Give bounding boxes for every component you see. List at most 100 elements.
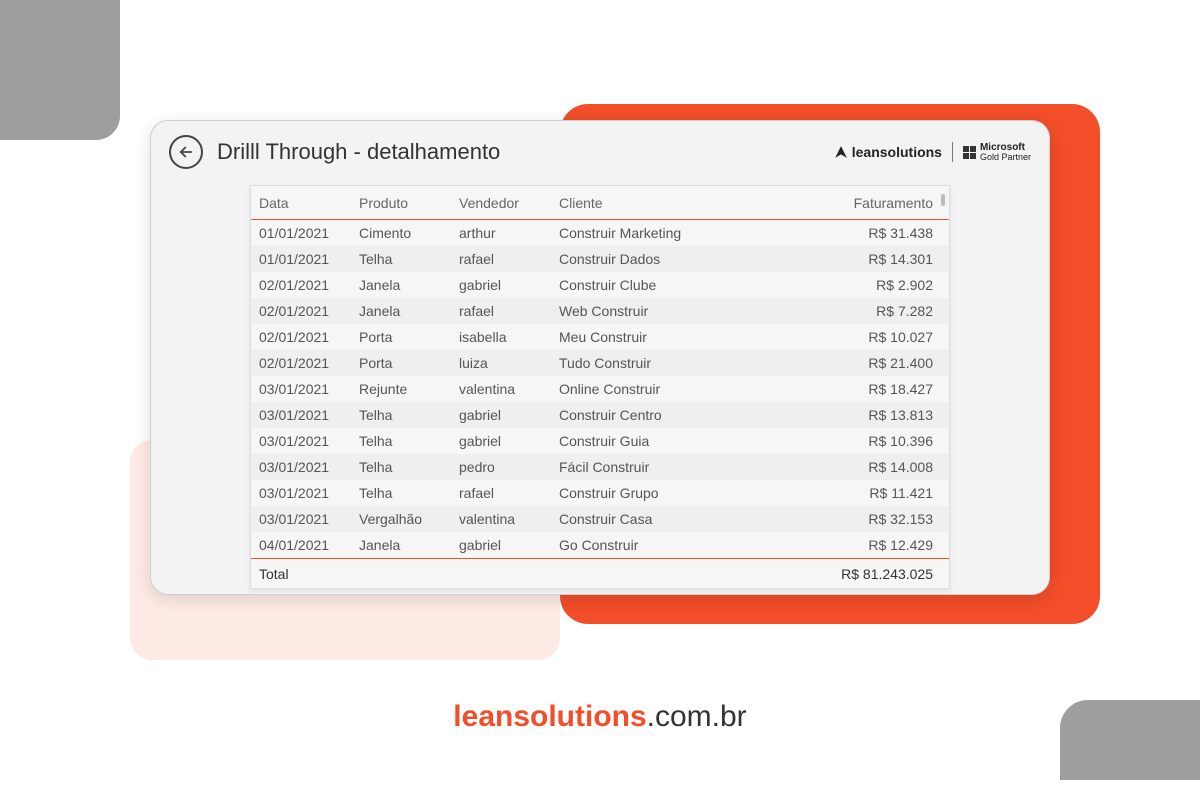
table-cell: R$ 21.400	[759, 355, 939, 371]
arrow-left-icon	[177, 143, 195, 161]
table-row[interactable]: 01/01/2021CimentoarthurConstruir Marketi…	[251, 220, 949, 246]
logo-divider	[952, 142, 953, 162]
table-header: Data Produto Vendedor Cliente Faturament…	[251, 186, 949, 220]
table-cell: Janela	[359, 303, 459, 319]
table-cell: Porta	[359, 355, 459, 371]
table-cell: 03/01/2021	[259, 433, 359, 449]
table-cell: R$ 10.027	[759, 329, 939, 345]
table-cell: rafael	[459, 485, 559, 501]
table-cell: 02/01/2021	[259, 277, 359, 293]
col-header-vendedor[interactable]: Vendedor	[459, 195, 559, 211]
table-cell: Construir Grupo	[559, 485, 759, 501]
col-header-cliente[interactable]: Cliente	[559, 195, 759, 211]
decoration-gray-top-left	[0, 0, 120, 140]
table-cell: R$ 2.902	[759, 277, 939, 293]
table-cell: arthur	[459, 225, 559, 241]
table-cell: pedro	[459, 459, 559, 475]
table-cell: gabriel	[459, 433, 559, 449]
table-cell: Fácil Construir	[559, 459, 759, 475]
table-cell: 03/01/2021	[259, 485, 359, 501]
table-cell: rafael	[459, 303, 559, 319]
footer-brand: leansolutions.com.br	[0, 700, 1200, 734]
data-table-card: Data Produto Vendedor Cliente Faturament…	[250, 185, 950, 589]
table-row[interactable]: 03/01/2021TelhagabrielConstruir CentroR$…	[251, 402, 949, 428]
leansolutions-mark-icon	[834, 145, 848, 159]
table-cell: rafael	[459, 251, 559, 267]
table-row[interactable]: 03/01/2021RejuntevalentinaOnline Constru…	[251, 376, 949, 402]
table-cell: R$ 18.427	[759, 381, 939, 397]
table-row[interactable]: 03/01/2021TelhapedroFácil ConstruirR$ 14…	[251, 454, 949, 480]
data-table: Data Produto Vendedor Cliente Faturament…	[251, 186, 949, 588]
table-cell: gabriel	[459, 277, 559, 293]
table-cell: R$ 11.421	[759, 485, 939, 501]
table-cell: R$ 14.301	[759, 251, 939, 267]
header-logos: leansolutions Microsoft Gold Partner	[834, 142, 1031, 162]
microsoft-logo-line2: Gold Partner	[980, 153, 1031, 162]
col-header-produto[interactable]: Produto	[359, 195, 459, 211]
table-cell: Web Construir	[559, 303, 759, 319]
table-cell: Porta	[359, 329, 459, 345]
table-cell: Construir Dados	[559, 251, 759, 267]
table-cell: 01/01/2021	[259, 225, 359, 241]
footer-brand-bold: leansolutions	[453, 700, 646, 733]
table-body[interactable]: 01/01/2021CimentoarthurConstruir Marketi…	[251, 220, 949, 558]
total-label: Total	[259, 566, 359, 582]
table-cell: Vergalhão	[359, 511, 459, 527]
table-row[interactable]: 03/01/2021TelharafaelConstruir GrupoR$ 1…	[251, 480, 949, 506]
table-cell: isabella	[459, 329, 559, 345]
table-cell: Telha	[359, 251, 459, 267]
table-cell: Cimento	[359, 225, 459, 241]
table-cell: Janela	[359, 277, 459, 293]
back-button[interactable]	[169, 135, 203, 169]
col-header-data[interactable]: Data	[259, 195, 359, 211]
microsoft-grid-icon	[963, 146, 976, 159]
table-row[interactable]: 02/01/2021PortaisabellaMeu ConstruirR$ 1…	[251, 324, 949, 350]
table-cell: 03/01/2021	[259, 381, 359, 397]
table-cell: Telha	[359, 459, 459, 475]
table-row[interactable]: 02/01/2021PortaluizaTudo ConstruirR$ 21.…	[251, 350, 949, 376]
table-cell: 04/01/2021	[259, 537, 359, 553]
table-cell: 03/01/2021	[259, 407, 359, 423]
microsoft-logo-line1: Microsoft	[980, 142, 1025, 153]
leansolutions-logo-text: leansolutions	[852, 144, 942, 160]
table-row[interactable]: 02/01/2021JanelarafaelWeb ConstruirR$ 7.…	[251, 298, 949, 324]
table-cell: 02/01/2021	[259, 355, 359, 371]
table-cell: R$ 7.282	[759, 303, 939, 319]
table-cell: gabriel	[459, 537, 559, 553]
table-cell: Construir Casa	[559, 511, 759, 527]
table-cell: Meu Construir	[559, 329, 759, 345]
table-cell: Telha	[359, 433, 459, 449]
table-cell: 02/01/2021	[259, 329, 359, 345]
table-cell: 03/01/2021	[259, 511, 359, 527]
table-cell: Construir Clube	[559, 277, 759, 293]
table-row[interactable]: 01/01/2021TelharafaelConstruir DadosR$ 1…	[251, 246, 949, 272]
col-header-faturamento[interactable]: Faturamento	[759, 195, 939, 211]
total-value: R$ 81.243.025	[759, 566, 939, 582]
table-cell: R$ 32.153	[759, 511, 939, 527]
table-row[interactable]: 02/01/2021JanelagabrielConstruir ClubeR$…	[251, 272, 949, 298]
table-cell: R$ 12.429	[759, 537, 939, 553]
table-cell: Construir Guia	[559, 433, 759, 449]
table-cell: valentina	[459, 381, 559, 397]
table-row[interactable]: 03/01/2021TelhagabrielConstruir GuiaR$ 1…	[251, 428, 949, 454]
table-cell: R$ 10.396	[759, 433, 939, 449]
table-cell: Tudo Construir	[559, 355, 759, 371]
leansolutions-logo: leansolutions	[834, 144, 942, 160]
table-cell: R$ 14.008	[759, 459, 939, 475]
table-cell: R$ 13.813	[759, 407, 939, 423]
table-cell: luiza	[459, 355, 559, 371]
table-cell: Construir Marketing	[559, 225, 759, 241]
table-cell: R$ 31.438	[759, 225, 939, 241]
table-cell: 03/01/2021	[259, 459, 359, 475]
page-title: Drilll Through - detalhamento	[217, 139, 500, 165]
table-cell: Construir Centro	[559, 407, 759, 423]
table-cell: Telha	[359, 485, 459, 501]
table-cell: valentina	[459, 511, 559, 527]
table-row[interactable]: 03/01/2021VergalhãovalentinaConstruir Ca…	[251, 506, 949, 532]
scrollbar-indicator[interactable]	[941, 194, 945, 206]
table-row[interactable]: 04/01/2021JanelagabrielGo ConstruirR$ 12…	[251, 532, 949, 558]
report-window: Drilll Through - detalhamento leansoluti…	[150, 120, 1050, 595]
table-footer: Total R$ 81.243.025	[251, 558, 949, 588]
table-cell: gabriel	[459, 407, 559, 423]
footer-brand-rest: .com.br	[647, 700, 747, 733]
